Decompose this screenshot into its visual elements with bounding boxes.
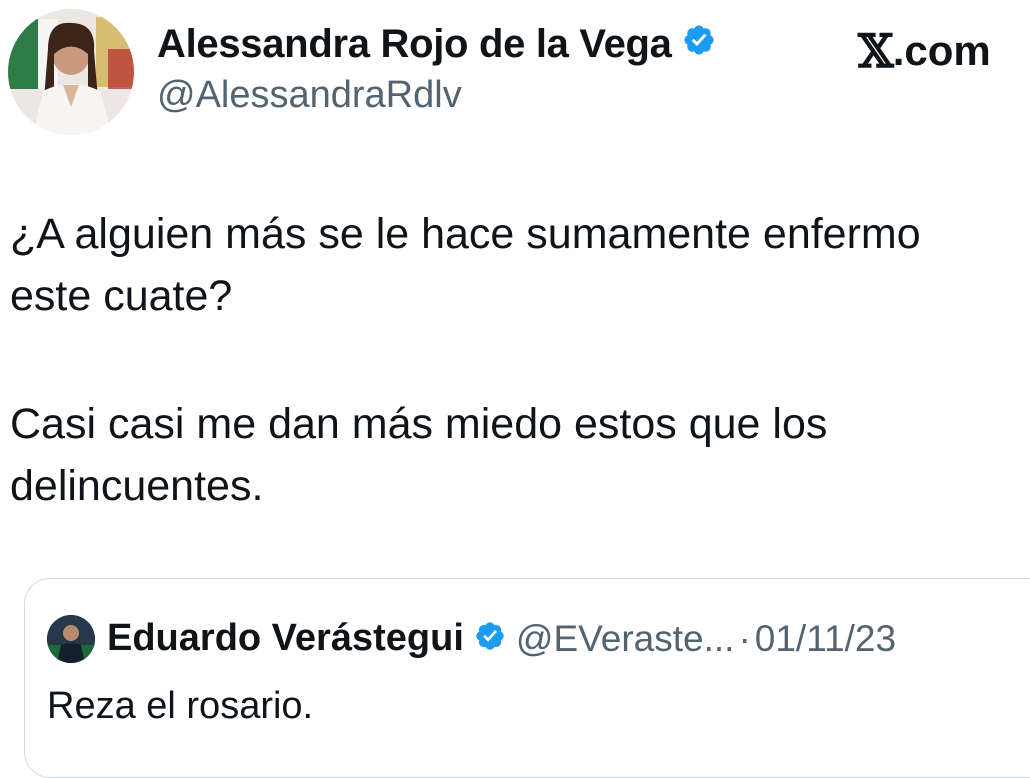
verified-badge-icon — [682, 22, 716, 67]
meta-separator: · — [738, 617, 751, 659]
author-name-text: Alessandra Rojo de la Vega — [157, 22, 672, 66]
quoted-author-avatar[interactable] — [47, 615, 95, 663]
verified-badge-icon — [474, 620, 506, 657]
quoted-date[interactable]: 01/11/23 — [755, 618, 896, 660]
brand-domain: .com — [892, 27, 991, 74]
tweet-paragraph-1: ¿A alguien más se le hace sumamente enfe… — [10, 210, 921, 320]
profile-photo — [8, 9, 134, 135]
quoted-handle[interactable]: @EVeraste... — [516, 618, 735, 660]
author-avatar[interactable] — [8, 9, 134, 135]
author-handle[interactable]: @AlessandraRdlv — [157, 74, 462, 117]
x-logo: 𝕏 .com — [858, 24, 991, 78]
quoted-tweet-text: Reza el rosario. — [47, 685, 314, 727]
x-icon: 𝕏 — [858, 24, 894, 78]
quoted-tweet-card[interactable]: Eduardo Verástegui @EVeraste... · 01/11/… — [24, 578, 1030, 778]
quoted-profile-photo — [47, 615, 95, 663]
quoted-display-name[interactable]: Eduardo Verástegui — [107, 617, 464, 660]
author-display-name[interactable]: Alessandra Rojo de la Vega — [157, 22, 716, 67]
tweet-paragraph-2: Casi casi me dan más miedo estos que los… — [10, 400, 828, 510]
